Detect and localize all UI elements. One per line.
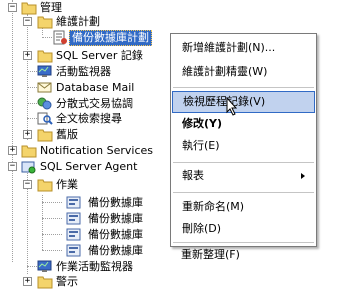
tree-label: SQL Server 記錄 bbox=[56, 49, 143, 62]
mouse-cursor-icon bbox=[226, 97, 238, 116]
menu-item-rename[interactable]: 重新命名(M) bbox=[172, 196, 315, 218]
tree-guide-line bbox=[27, 14, 28, 140]
tree-label: 分散式交易協調 bbox=[56, 97, 133, 110]
menu-item-reports-label: 報表 bbox=[182, 169, 204, 182]
tree-guide-line bbox=[42, 234, 62, 235]
tree-guide-line bbox=[27, 71, 37, 72]
tree-guide-line bbox=[42, 218, 62, 219]
tree-guide-line bbox=[12, 0, 13, 262]
folder-icon bbox=[37, 50, 53, 63]
tree-label: 全文檢索搜尋 bbox=[56, 112, 122, 125]
tree-label: 備份數據庫 bbox=[88, 196, 143, 209]
menu-item-delete[interactable]: 刪除(D) bbox=[172, 218, 315, 240]
tree-guide-line bbox=[42, 195, 43, 250]
tree-label: SQL Server Agent bbox=[40, 160, 138, 173]
tree-label: Database Mail bbox=[56, 81, 135, 94]
menu-separator bbox=[173, 242, 314, 243]
tree-label: 備份數據庫 bbox=[88, 244, 143, 257]
expand-toggle[interactable]: + bbox=[23, 277, 32, 286]
fulltext-search-icon bbox=[37, 112, 53, 125]
expand-toggle[interactable]: + bbox=[23, 130, 32, 139]
expand-toggle[interactable]: + bbox=[8, 146, 17, 155]
sql-agent-icon bbox=[21, 161, 36, 174]
tree-guide-line bbox=[27, 118, 37, 119]
menu-item-new-plan[interactable]: 新增維護計劃(N)... bbox=[172, 37, 315, 59]
menu-item-modify[interactable]: 修改(Y) bbox=[172, 113, 315, 135]
folder-icon bbox=[21, 2, 37, 15]
collapse-toggle[interactable]: − bbox=[8, 3, 17, 12]
job-activity-monitor-icon bbox=[37, 260, 52, 272]
menu-separator bbox=[173, 87, 314, 88]
tree-guide-line bbox=[42, 202, 62, 203]
maintenance-plan-icon bbox=[53, 30, 67, 45]
tree-label: 備份數據庫 bbox=[88, 228, 143, 241]
expand-toggle[interactable]: + bbox=[23, 51, 32, 60]
folder-icon bbox=[37, 276, 53, 289]
tree-guide-line bbox=[27, 87, 37, 88]
menu-item-view-history[interactable]: 檢視歷程記錄(V) bbox=[172, 91, 315, 113]
menu-item-execute[interactable]: 執行(E) bbox=[172, 135, 315, 157]
folder-icon bbox=[37, 179, 53, 192]
tree-guide-line bbox=[42, 37, 52, 38]
menu-separator bbox=[173, 162, 314, 163]
tree-label: 作業活動監視器 bbox=[56, 260, 133, 273]
job-icon bbox=[66, 196, 81, 209]
activity-monitor-icon bbox=[37, 65, 52, 77]
collapse-toggle[interactable]: − bbox=[23, 180, 32, 189]
tree-label: 活動監視器 bbox=[56, 65, 111, 78]
tree-label: 維護計劃 bbox=[56, 15, 100, 28]
folder-icon bbox=[21, 145, 37, 158]
mail-icon bbox=[37, 82, 52, 93]
tree-label: 備份數據庫 bbox=[88, 212, 143, 225]
folder-icon bbox=[37, 16, 53, 29]
tree-guide-line bbox=[42, 250, 62, 251]
collapse-toggle[interactable]: − bbox=[23, 17, 32, 26]
job-icon bbox=[66, 212, 81, 225]
collapse-toggle[interactable]: − bbox=[8, 162, 17, 171]
context-menu: 新增維護計劃(N)... 維護計劃精靈(W) 檢視歷程記錄(V) 修改(Y) 執… bbox=[170, 33, 317, 247]
tree-label: 作業 bbox=[56, 178, 78, 191]
folder-icon bbox=[37, 129, 53, 142]
tree-label: 舊版 bbox=[56, 128, 78, 141]
submenu-arrow-icon bbox=[301, 173, 305, 179]
menu-item-plan-wizard[interactable]: 維護計劃精靈(W) bbox=[172, 61, 315, 83]
tree-label-selected: 備份數據庫計劃 bbox=[69, 30, 152, 46]
job-icon bbox=[66, 244, 81, 257]
menu-item-reports[interactable]: 報表 bbox=[172, 165, 315, 187]
dtc-icon bbox=[37, 97, 52, 110]
tree-guide-line bbox=[27, 266, 37, 267]
menu-separator bbox=[173, 192, 314, 193]
job-icon bbox=[66, 228, 81, 241]
tree-label: Notification Services bbox=[40, 144, 153, 157]
tree-label: 警示 bbox=[56, 275, 78, 288]
menu-item-refresh[interactable]: 重新整理(F) bbox=[171, 244, 314, 266]
tree-guide-line bbox=[27, 103, 37, 104]
